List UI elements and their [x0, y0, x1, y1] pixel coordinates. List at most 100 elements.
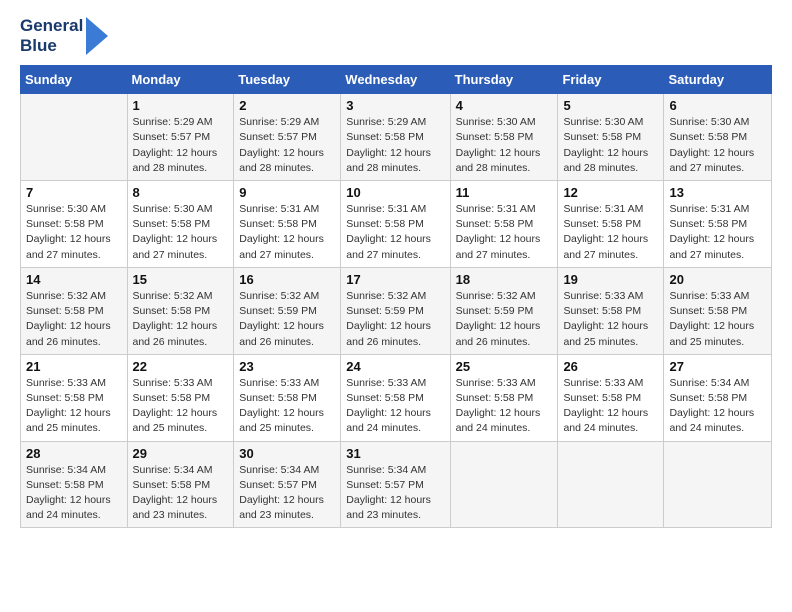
weekday-header-thursday: Thursday [450, 66, 558, 94]
day-info: Sunrise: 5:34 AMSunset: 5:57 PMDaylight:… [239, 463, 335, 524]
day-number: 19 [563, 272, 658, 287]
day-number: 20 [669, 272, 766, 287]
day-info: Sunrise: 5:30 AMSunset: 5:58 PMDaylight:… [133, 202, 229, 263]
weekday-header-friday: Friday [558, 66, 664, 94]
day-number: 17 [346, 272, 444, 287]
calendar-table: SundayMondayTuesdayWednesdayThursdayFrid… [20, 65, 772, 528]
day-cell: 27 Sunrise: 5:34 AMSunset: 5:58 PMDayligh… [664, 354, 772, 441]
day-cell: 22 Sunrise: 5:33 AMSunset: 5:58 PMDayligh… [127, 354, 234, 441]
day-info: Sunrise: 5:33 AMSunset: 5:58 PMDaylight:… [669, 289, 766, 350]
day-info: Sunrise: 5:32 AMSunset: 5:58 PMDaylight:… [133, 289, 229, 350]
day-info: Sunrise: 5:34 AMSunset: 5:58 PMDaylight:… [669, 376, 766, 437]
day-number: 30 [239, 446, 335, 461]
weekday-header-wednesday: Wednesday [341, 66, 450, 94]
weekday-header-monday: Monday [127, 66, 234, 94]
day-info: Sunrise: 5:30 AMSunset: 5:58 PMDaylight:… [456, 115, 553, 176]
day-cell: 3 Sunrise: 5:29 AMSunset: 5:58 PMDaylight… [341, 94, 450, 181]
day-number: 25 [456, 359, 553, 374]
day-info: Sunrise: 5:29 AMSunset: 5:57 PMDaylight:… [239, 115, 335, 176]
day-info: Sunrise: 5:32 AMSunset: 5:58 PMDaylight:… [26, 289, 122, 350]
weekday-header-sunday: Sunday [21, 66, 128, 94]
day-cell: 12 Sunrise: 5:31 AMSunset: 5:58 PMDayligh… [558, 180, 664, 267]
day-cell: 14 Sunrise: 5:32 AMSunset: 5:58 PMDayligh… [21, 267, 128, 354]
day-number: 1 [133, 98, 229, 113]
day-cell [558, 441, 664, 528]
day-cell: 4 Sunrise: 5:30 AMSunset: 5:58 PMDaylight… [450, 94, 558, 181]
day-info: Sunrise: 5:33 AMSunset: 5:58 PMDaylight:… [133, 376, 229, 437]
day-cell: 9 Sunrise: 5:31 AMSunset: 5:58 PMDaylight… [234, 180, 341, 267]
day-info: Sunrise: 5:34 AMSunset: 5:58 PMDaylight:… [133, 463, 229, 524]
logo-text-blue: Blue [20, 36, 83, 56]
day-number: 16 [239, 272, 335, 287]
day-number: 23 [239, 359, 335, 374]
day-cell: 23Sunrise: 5:33 AMSunset: 5:58 PMDayligh… [234, 354, 341, 441]
day-number: 28 [26, 446, 122, 461]
day-info: Sunrise: 5:34 AMSunset: 5:57 PMDaylight:… [346, 463, 444, 524]
day-cell: 28 Sunrise: 5:34 AMSunset: 5:58 PMDayligh… [21, 441, 128, 528]
weekday-header-saturday: Saturday [664, 66, 772, 94]
day-cell: 6 Sunrise: 5:30 AMSunset: 5:58 PMDaylight… [664, 94, 772, 181]
day-number: 6 [669, 98, 766, 113]
day-info: Sunrise: 5:33 AMSunset: 5:58 PMDaylight:… [346, 376, 444, 437]
day-number: 4 [456, 98, 553, 113]
day-cell: 5Sunrise: 5:30 AMSunset: 5:58 PMDaylight… [558, 94, 664, 181]
day-cell: 29 Sunrise: 5:34 AMSunset: 5:58 PMDayligh… [127, 441, 234, 528]
day-cell: 31Sunrise: 5:34 AMSunset: 5:57 PMDayligh… [341, 441, 450, 528]
day-info: Sunrise: 5:33 AMSunset: 5:58 PMDaylight:… [26, 376, 122, 437]
day-info: Sunrise: 5:31 AMSunset: 5:58 PMDaylight:… [456, 202, 553, 263]
day-cell: 19 Sunrise: 5:33 AMSunset: 5:58 PMDayligh… [558, 267, 664, 354]
day-info: Sunrise: 5:32 AMSunset: 5:59 PMDaylight:… [346, 289, 444, 350]
day-cell: 2 Sunrise: 5:29 AMSunset: 5:57 PMDaylight… [234, 94, 341, 181]
day-info: Sunrise: 5:29 AMSunset: 5:57 PMDaylight:… [133, 115, 229, 176]
day-cell: 10Sunrise: 5:31 AMSunset: 5:58 PMDayligh… [341, 180, 450, 267]
day-number: 15 [133, 272, 229, 287]
day-info: Sunrise: 5:32 AMSunset: 5:59 PMDaylight:… [456, 289, 553, 350]
day-info: Sunrise: 5:31 AMSunset: 5:58 PMDaylight:… [669, 202, 766, 263]
logo-text-general: General [20, 16, 83, 36]
day-cell: 13 Sunrise: 5:31 AMSunset: 5:58 PMDayligh… [664, 180, 772, 267]
day-info: Sunrise: 5:30 AMSunset: 5:58 PMDaylight:… [669, 115, 766, 176]
day-number: 7 [26, 185, 122, 200]
day-number: 2 [239, 98, 335, 113]
day-info: Sunrise: 5:29 AMSunset: 5:58 PMDaylight:… [346, 115, 444, 176]
day-number: 22 [133, 359, 229, 374]
day-cell: 8 Sunrise: 5:30 AMSunset: 5:58 PMDaylight… [127, 180, 234, 267]
day-number: 26 [563, 359, 658, 374]
day-info: Sunrise: 5:32 AMSunset: 5:59 PMDaylight:… [239, 289, 335, 350]
day-number: 29 [133, 446, 229, 461]
day-number: 18 [456, 272, 553, 287]
day-number: 5 [563, 98, 658, 113]
day-cell: 18 Sunrise: 5:32 AMSunset: 5:59 PMDayligh… [450, 267, 558, 354]
day-number: 9 [239, 185, 335, 200]
week-row-3: 14 Sunrise: 5:32 AMSunset: 5:58 PMDayligh… [21, 267, 772, 354]
week-row-4: 21 Sunrise: 5:33 AMSunset: 5:58 PMDayligh… [21, 354, 772, 441]
week-row-5: 28 Sunrise: 5:34 AMSunset: 5:58 PMDayligh… [21, 441, 772, 528]
day-info: Sunrise: 5:31 AMSunset: 5:58 PMDaylight:… [563, 202, 658, 263]
day-info: Sunrise: 5:31 AMSunset: 5:58 PMDaylight:… [346, 202, 444, 263]
day-number: 8 [133, 185, 229, 200]
day-cell: 17 Sunrise: 5:32 AMSunset: 5:59 PMDayligh… [341, 267, 450, 354]
day-cell: 25 Sunrise: 5:33 AMSunset: 5:58 PMDayligh… [450, 354, 558, 441]
page-header: General Blue [20, 16, 772, 55]
day-cell: 16 Sunrise: 5:32 AMSunset: 5:59 PMDayligh… [234, 267, 341, 354]
day-number: 21 [26, 359, 122, 374]
day-number: 12 [563, 185, 658, 200]
day-info: Sunrise: 5:33 AMSunset: 5:58 PMDaylight:… [563, 289, 658, 350]
day-number: 11 [456, 185, 553, 200]
day-number: 14 [26, 272, 122, 287]
day-cell: 21 Sunrise: 5:33 AMSunset: 5:58 PMDayligh… [21, 354, 128, 441]
day-cell [664, 441, 772, 528]
day-info: Sunrise: 5:30 AMSunset: 5:58 PMDaylight:… [26, 202, 122, 263]
week-row-1: 1 Sunrise: 5:29 AMSunset: 5:57 PMDaylight… [21, 94, 772, 181]
day-number: 24 [346, 359, 444, 374]
day-cell: 1 Sunrise: 5:29 AMSunset: 5:57 PMDaylight… [127, 94, 234, 181]
day-cell: 20 Sunrise: 5:33 AMSunset: 5:58 PMDayligh… [664, 267, 772, 354]
day-info: Sunrise: 5:33 AMSunset: 5:58 PMDaylight:… [456, 376, 553, 437]
day-number: 13 [669, 185, 766, 200]
day-info: Sunrise: 5:34 AMSunset: 5:58 PMDaylight:… [26, 463, 122, 524]
day-info: Sunrise: 5:31 AMSunset: 5:58 PMDaylight:… [239, 202, 335, 263]
day-number: 27 [669, 359, 766, 374]
logo: General Blue [20, 16, 108, 55]
day-cell [21, 94, 128, 181]
day-number: 3 [346, 98, 444, 113]
